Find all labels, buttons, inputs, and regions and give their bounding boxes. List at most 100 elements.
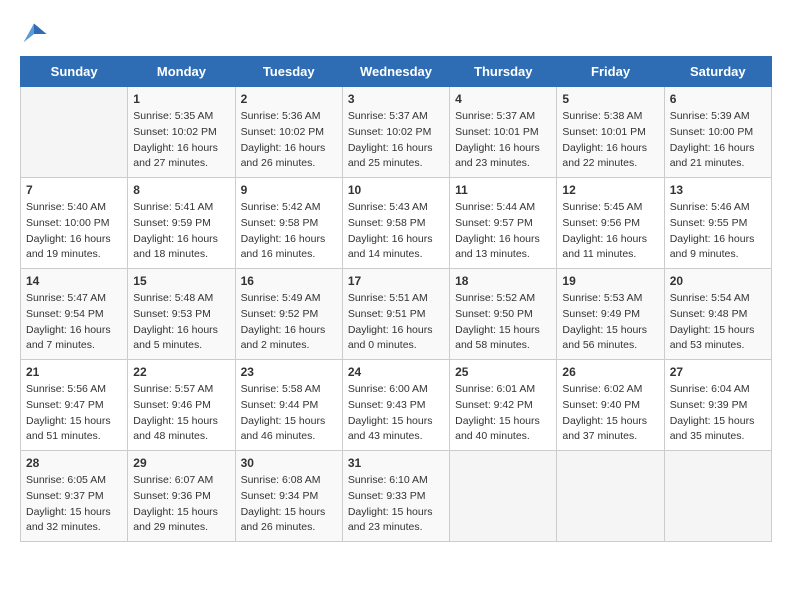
week-row-3: 14 Sunrise: 5:47 AM Sunset: 9:54 PM Dayli… (21, 269, 772, 360)
day-cell: 21 Sunrise: 5:56 AM Sunset: 9:47 PM Dayli… (21, 360, 128, 451)
day-cell: 20 Sunrise: 5:54 AM Sunset: 9:48 PM Dayli… (664, 269, 771, 360)
week-row-4: 21 Sunrise: 5:56 AM Sunset: 9:47 PM Dayli… (21, 360, 772, 451)
day-info: Sunrise: 5:37 AM Sunset: 10:01 PM Daylig… (455, 109, 551, 172)
day-number: 15 (133, 274, 229, 288)
day-info: Sunrise: 5:54 AM Sunset: 9:48 PM Dayligh… (670, 291, 766, 354)
day-cell (450, 451, 557, 542)
header-cell-sunday: Sunday (21, 57, 128, 87)
day-cell: 5 Sunrise: 5:38 AM Sunset: 10:01 PM Dayli… (557, 87, 664, 178)
day-cell: 25Sunrise: 6:01 AM Sunset: 9:42 PM Dayli… (450, 360, 557, 451)
calendar-header: SundayMondayTuesdayWednesdayThursdayFrid… (21, 57, 772, 87)
day-cell: 18Sunrise: 5:52 AM Sunset: 9:50 PM Dayli… (450, 269, 557, 360)
day-info: Sunrise: 5:58 AM Sunset: 9:44 PM Dayligh… (241, 382, 337, 445)
day-info: Sunrise: 5:45 AM Sunset: 9:56 PM Dayligh… (562, 200, 658, 263)
day-number: 22 (133, 365, 229, 379)
day-number: 14 (26, 274, 122, 288)
day-cell: 22 Sunrise: 5:57 AM Sunset: 9:46 PM Dayli… (128, 360, 235, 451)
day-number: 10 (348, 183, 444, 197)
day-cell: 27 Sunrise: 6:04 AM Sunset: 9:39 PM Dayli… (664, 360, 771, 451)
day-info: Sunrise: 5:57 AM Sunset: 9:46 PM Dayligh… (133, 382, 229, 445)
day-info: Sunrise: 5:36 AM Sunset: 10:02 PM Daylig… (241, 109, 337, 172)
day-info: Sunrise: 5:37 AM Sunset: 10:02 PM Daylig… (348, 109, 444, 172)
day-info: Sunrise: 6:04 AM Sunset: 9:39 PM Dayligh… (670, 382, 766, 445)
day-number: 8 (133, 183, 229, 197)
logo-icon (20, 20, 48, 48)
day-info: Sunrise: 6:02 AM Sunset: 9:40 PM Dayligh… (562, 382, 658, 445)
day-info: Sunrise: 6:00 AM Sunset: 9:43 PM Dayligh… (348, 382, 444, 445)
day-number: 23 (241, 365, 337, 379)
header-cell-thursday: Thursday (450, 57, 557, 87)
day-number: 11 (455, 183, 551, 197)
header-cell-friday: Friday (557, 57, 664, 87)
calendar-body: 1 Sunrise: 5:35 AM Sunset: 10:02 PM Dayli… (21, 87, 772, 542)
day-number: 24 (348, 365, 444, 379)
day-number: 25 (455, 365, 551, 379)
day-cell: 8Sunrise: 5:41 AM Sunset: 9:59 PM Daylig… (128, 178, 235, 269)
day-cell: 28 Sunrise: 6:05 AM Sunset: 9:37 PM Dayli… (21, 451, 128, 542)
day-info: Sunrise: 5:56 AM Sunset: 9:47 PM Dayligh… (26, 382, 122, 445)
day-cell (664, 451, 771, 542)
day-info: Sunrise: 5:43 AM Sunset: 9:58 PM Dayligh… (348, 200, 444, 263)
day-cell: 9 Sunrise: 5:42 AM Sunset: 9:58 PM Daylig… (235, 178, 342, 269)
day-number: 21 (26, 365, 122, 379)
day-number: 5 (562, 92, 658, 106)
day-cell: 4 Sunrise: 5:37 AM Sunset: 10:01 PM Dayli… (450, 87, 557, 178)
day-cell: 26 Sunrise: 6:02 AM Sunset: 9:40 PM Dayli… (557, 360, 664, 451)
day-number: 20 (670, 274, 766, 288)
day-info: Sunrise: 6:05 AM Sunset: 9:37 PM Dayligh… (26, 473, 122, 536)
day-info: Sunrise: 6:10 AM Sunset: 9:33 PM Dayligh… (348, 473, 444, 536)
day-info: Sunrise: 5:53 AM Sunset: 9:49 PM Dayligh… (562, 291, 658, 354)
day-info: Sunrise: 5:42 AM Sunset: 9:58 PM Dayligh… (241, 200, 337, 263)
day-cell: 12 Sunrise: 5:45 AM Sunset: 9:56 PM Dayli… (557, 178, 664, 269)
day-cell: 29 Sunrise: 6:07 AM Sunset: 9:36 PM Dayli… (128, 451, 235, 542)
header-cell-tuesday: Tuesday (235, 57, 342, 87)
day-number: 29 (133, 456, 229, 470)
week-row-2: 7Sunrise: 5:40 AM Sunset: 10:00 PM Dayli… (21, 178, 772, 269)
day-number: 4 (455, 92, 551, 106)
day-number: 12 (562, 183, 658, 197)
day-cell: 14 Sunrise: 5:47 AM Sunset: 9:54 PM Dayli… (21, 269, 128, 360)
day-cell: 1 Sunrise: 5:35 AM Sunset: 10:02 PM Dayli… (128, 87, 235, 178)
day-cell: 2 Sunrise: 5:36 AM Sunset: 10:02 PM Dayli… (235, 87, 342, 178)
day-info: Sunrise: 5:44 AM Sunset: 9:57 PM Dayligh… (455, 200, 551, 263)
day-number: 1 (133, 92, 229, 106)
day-number: 28 (26, 456, 122, 470)
day-cell: 16Sunrise: 5:49 AM Sunset: 9:52 PM Dayli… (235, 269, 342, 360)
day-info: Sunrise: 5:51 AM Sunset: 9:51 PM Dayligh… (348, 291, 444, 354)
calendar-table: SundayMondayTuesdayWednesdayThursdayFrid… (20, 56, 772, 542)
day-info: Sunrise: 5:35 AM Sunset: 10:02 PM Daylig… (133, 109, 229, 172)
day-info: Sunrise: 5:38 AM Sunset: 10:01 PM Daylig… (562, 109, 658, 172)
day-cell: 15Sunrise: 5:48 AM Sunset: 9:53 PM Dayli… (128, 269, 235, 360)
day-cell: 13 Sunrise: 5:46 AM Sunset: 9:55 PM Dayli… (664, 178, 771, 269)
day-number: 9 (241, 183, 337, 197)
day-cell: 17 Sunrise: 5:51 AM Sunset: 9:51 PM Dayli… (342, 269, 449, 360)
day-number: 19 (562, 274, 658, 288)
day-cell: 6 Sunrise: 5:39 AM Sunset: 10:00 PM Dayli… (664, 87, 771, 178)
header-cell-wednesday: Wednesday (342, 57, 449, 87)
day-info: Sunrise: 5:39 AM Sunset: 10:00 PM Daylig… (670, 109, 766, 172)
day-number: 13 (670, 183, 766, 197)
header-cell-saturday: Saturday (664, 57, 771, 87)
day-cell (557, 451, 664, 542)
week-row-5: 28 Sunrise: 6:05 AM Sunset: 9:37 PM Dayli… (21, 451, 772, 542)
day-number: 31 (348, 456, 444, 470)
day-number: 30 (241, 456, 337, 470)
day-number: 6 (670, 92, 766, 106)
logo (20, 20, 52, 48)
week-row-1: 1 Sunrise: 5:35 AM Sunset: 10:02 PM Dayli… (21, 87, 772, 178)
day-cell: 23 Sunrise: 5:58 AM Sunset: 9:44 PM Dayli… (235, 360, 342, 451)
day-cell: 19 Sunrise: 5:53 AM Sunset: 9:49 PM Dayli… (557, 269, 664, 360)
day-cell: 11 Sunrise: 5:44 AM Sunset: 9:57 PM Dayli… (450, 178, 557, 269)
day-number: 27 (670, 365, 766, 379)
day-info: Sunrise: 5:40 AM Sunset: 10:00 PM Daylig… (26, 200, 122, 263)
day-number: 26 (562, 365, 658, 379)
day-info: Sunrise: 5:52 AM Sunset: 9:50 PM Dayligh… (455, 291, 551, 354)
day-cell: 24 Sunrise: 6:00 AM Sunset: 9:43 PM Dayli… (342, 360, 449, 451)
day-info: Sunrise: 5:47 AM Sunset: 9:54 PM Dayligh… (26, 291, 122, 354)
header-row: SundayMondayTuesdayWednesdayThursdayFrid… (21, 57, 772, 87)
day-number: 17 (348, 274, 444, 288)
day-info: Sunrise: 6:07 AM Sunset: 9:36 PM Dayligh… (133, 473, 229, 536)
day-number: 3 (348, 92, 444, 106)
day-number: 2 (241, 92, 337, 106)
day-info: Sunrise: 5:46 AM Sunset: 9:55 PM Dayligh… (670, 200, 766, 263)
